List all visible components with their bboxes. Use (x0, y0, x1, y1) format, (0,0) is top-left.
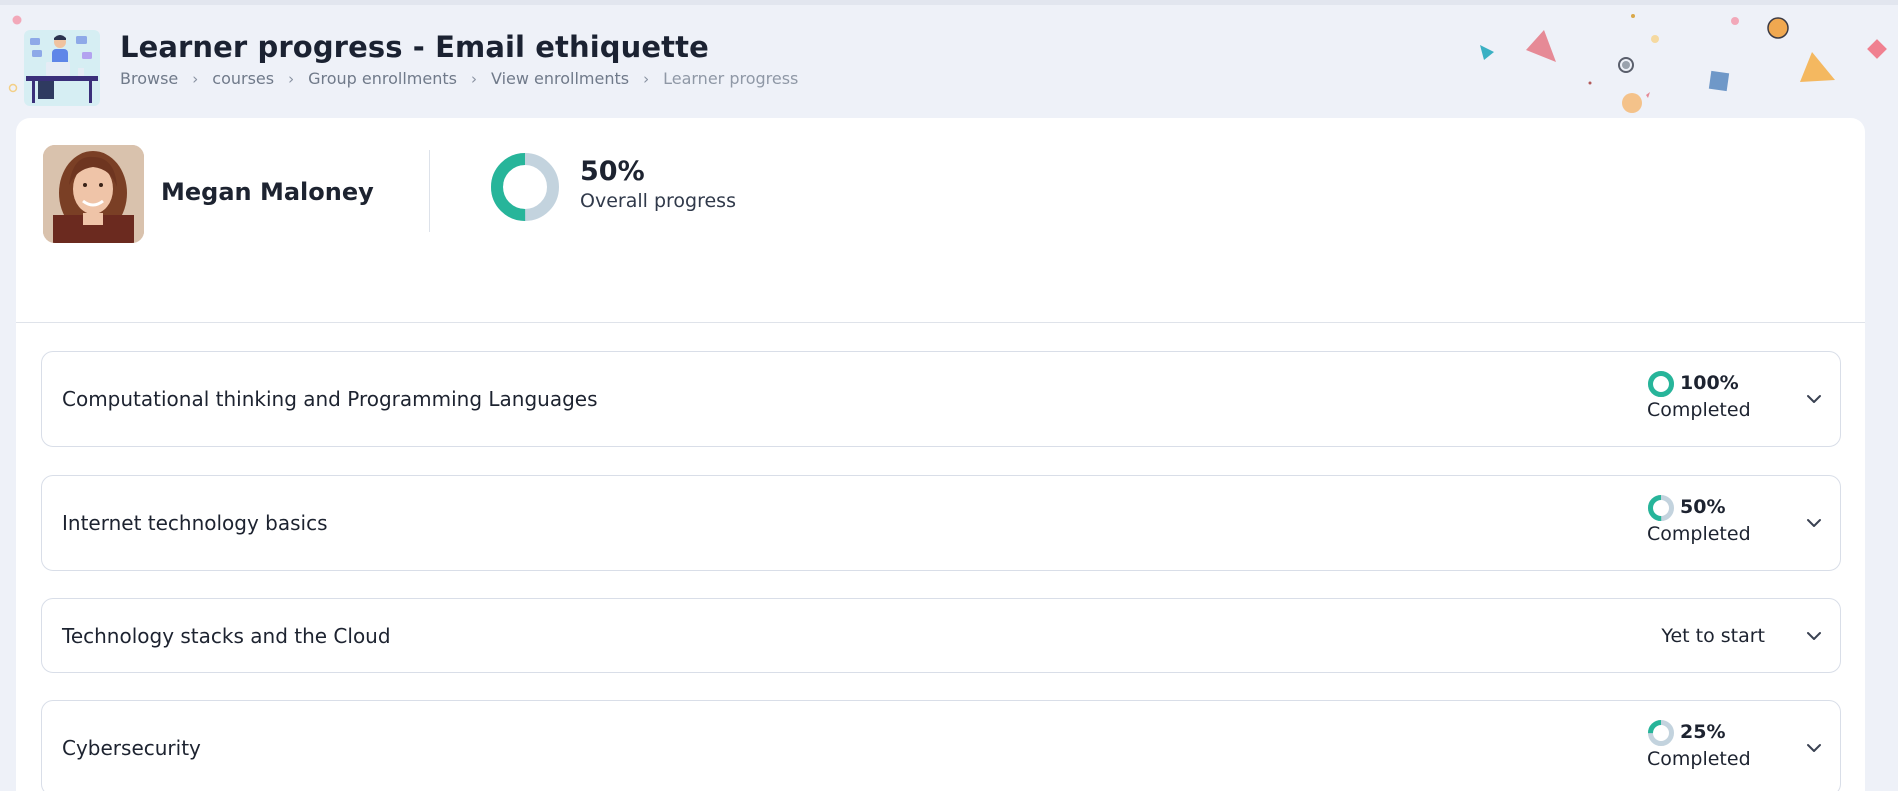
breadcrumb-chevron-right-icon: › (192, 69, 199, 88)
overall-progress-percent: 50% (580, 156, 645, 187)
chevron-down-icon[interactable] (1804, 513, 1824, 533)
progress-ring-icon (1648, 720, 1674, 746)
learner-summary: Megan Maloney 50% Overall progress (16, 118, 1865, 323)
course-progress-percent: 25% (1680, 721, 1726, 743)
desk-illustration-icon (24, 30, 100, 106)
course-status: Completed (1647, 399, 1751, 421)
course-status: Yet to start (1661, 624, 1765, 647)
chevron-down-icon[interactable] (1804, 738, 1824, 758)
course-title: Technology stacks and the Cloud (62, 623, 391, 648)
course-title: Internet technology basics (62, 511, 328, 535)
course-item[interactable]: Cybersecurity 25% Completed (41, 700, 1841, 791)
confetti-decoration-icon (1480, 14, 1887, 113)
course-progress-percent: 50% (1680, 496, 1726, 518)
course-title: Computational thinking and Programming L… (62, 387, 598, 411)
breadcrumb-browse[interactable]: Browse (120, 69, 178, 88)
page-title: Learner progress - Email ethiquette (120, 30, 709, 64)
overall-progress-donut (491, 153, 559, 221)
learner-name: Megan Maloney (161, 178, 374, 206)
decorative-dots-icon (8, 15, 22, 93)
course-status: Completed (1647, 748, 1751, 770)
chevron-down-icon[interactable] (1804, 626, 1824, 646)
breadcrumb-learner-progress: Learner progress (663, 69, 799, 88)
course-item[interactable]: Computational thinking and Programming L… (41, 351, 1841, 447)
course-title: Cybersecurity (62, 736, 201, 760)
divider (16, 322, 1865, 323)
course-progress-percent: 100% (1680, 372, 1739, 394)
learner-progress-card: Megan Maloney 50% Overall progress Compu… (16, 118, 1865, 791)
chevron-down-icon[interactable] (1804, 389, 1824, 409)
overall-progress-label: Overall progress (580, 190, 736, 212)
breadcrumb-group-enrollments[interactable]: Group enrollments (308, 69, 457, 88)
course-progress: 25% Completed (1647, 719, 1787, 771)
progress-ring-icon (1648, 371, 1674, 397)
breadcrumb-chevron-right-icon: › (470, 69, 477, 88)
breadcrumb-view-enrollments[interactable]: View enrollments (491, 69, 629, 88)
course-item[interactable]: Technology stacks and the Cloud Yet to s… (41, 598, 1841, 673)
breadcrumb-courses[interactable]: courses (212, 69, 274, 88)
avatar (43, 145, 144, 243)
breadcrumb-chevron-right-icon: › (288, 69, 295, 88)
course-progress: 50% Completed (1647, 494, 1787, 546)
breadcrumb-chevron-right-icon: › (643, 69, 650, 88)
course-progress: 100% Completed (1647, 370, 1787, 422)
breadcrumb: Browse › courses › Group enrollments › V… (120, 69, 798, 88)
progress-fill (1648, 371, 1674, 397)
course-status: Completed (1647, 523, 1751, 545)
page-header: Learner progress - Email ethiquette Brow… (0, 0, 1898, 118)
divider (429, 150, 430, 232)
progress-ring-icon (1648, 495, 1674, 521)
course-item[interactable]: Internet technology basics 50% Completed (41, 475, 1841, 571)
